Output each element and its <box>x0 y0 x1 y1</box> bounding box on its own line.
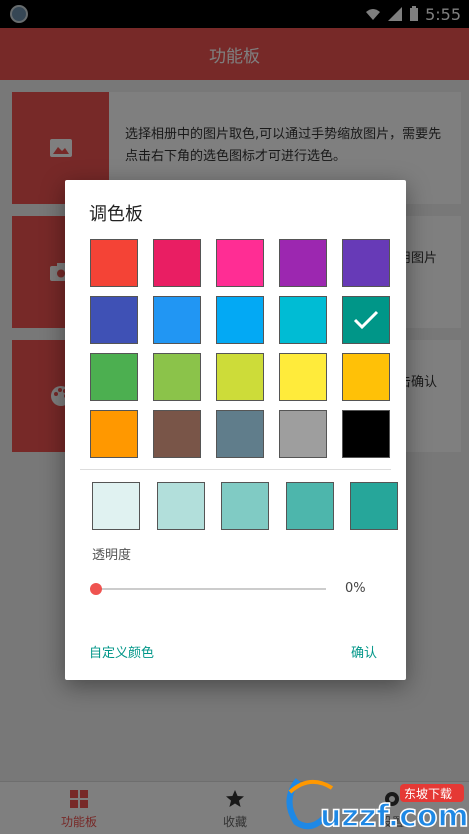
color-swatch[interactable] <box>90 239 138 287</box>
shade-swatch[interactable] <box>350 482 398 530</box>
dialog-title: 调色板 <box>89 204 143 225</box>
shade-swatch[interactable] <box>156 482 205 530</box>
confirm-button[interactable]: 确认 <box>351 642 377 661</box>
color-swatch[interactable] <box>279 410 327 458</box>
opacity-label: 透明度 <box>92 548 132 563</box>
watermark-text: uzzf.com <box>320 799 469 834</box>
color-swatch[interactable] <box>216 239 264 287</box>
color-swatch[interactable] <box>153 410 201 458</box>
color-swatch[interactable] <box>279 296 327 344</box>
color-swatch[interactable] <box>342 296 390 344</box>
color-swatch[interactable] <box>90 296 138 344</box>
opacity-slider-thumb[interactable] <box>90 583 102 595</box>
uzzf-watermark-logo: 东坡下载 uzzf.com <box>286 778 469 834</box>
color-swatch[interactable] <box>153 296 201 344</box>
color-swatch[interactable] <box>216 296 264 344</box>
opacity-value: 0% <box>345 581 366 596</box>
opacity-slider-track[interactable] <box>96 588 326 590</box>
color-swatch[interactable] <box>153 353 201 401</box>
color-swatch[interactable] <box>216 410 264 458</box>
custom-color-button[interactable]: 自定义颜色 <box>89 642 154 661</box>
divider <box>80 469 391 470</box>
color-swatch[interactable] <box>153 239 201 287</box>
color-swatch[interactable] <box>90 410 138 458</box>
check-icon <box>353 310 379 330</box>
color-swatch[interactable] <box>90 353 138 401</box>
color-swatch[interactable] <box>342 353 390 401</box>
shade-swatch[interactable] <box>92 482 140 530</box>
shade-swatch[interactable] <box>285 482 334 530</box>
color-swatch[interactable] <box>279 239 327 287</box>
shade-swatch[interactable] <box>221 482 269 530</box>
color-palette-dialog: 调色板 透明度 0% 自定义颜色 确认 <box>65 180 406 680</box>
color-swatch[interactable] <box>342 410 390 458</box>
color-swatch[interactable] <box>279 353 327 401</box>
color-swatch[interactable] <box>342 239 390 287</box>
color-swatch[interactable] <box>216 353 264 401</box>
